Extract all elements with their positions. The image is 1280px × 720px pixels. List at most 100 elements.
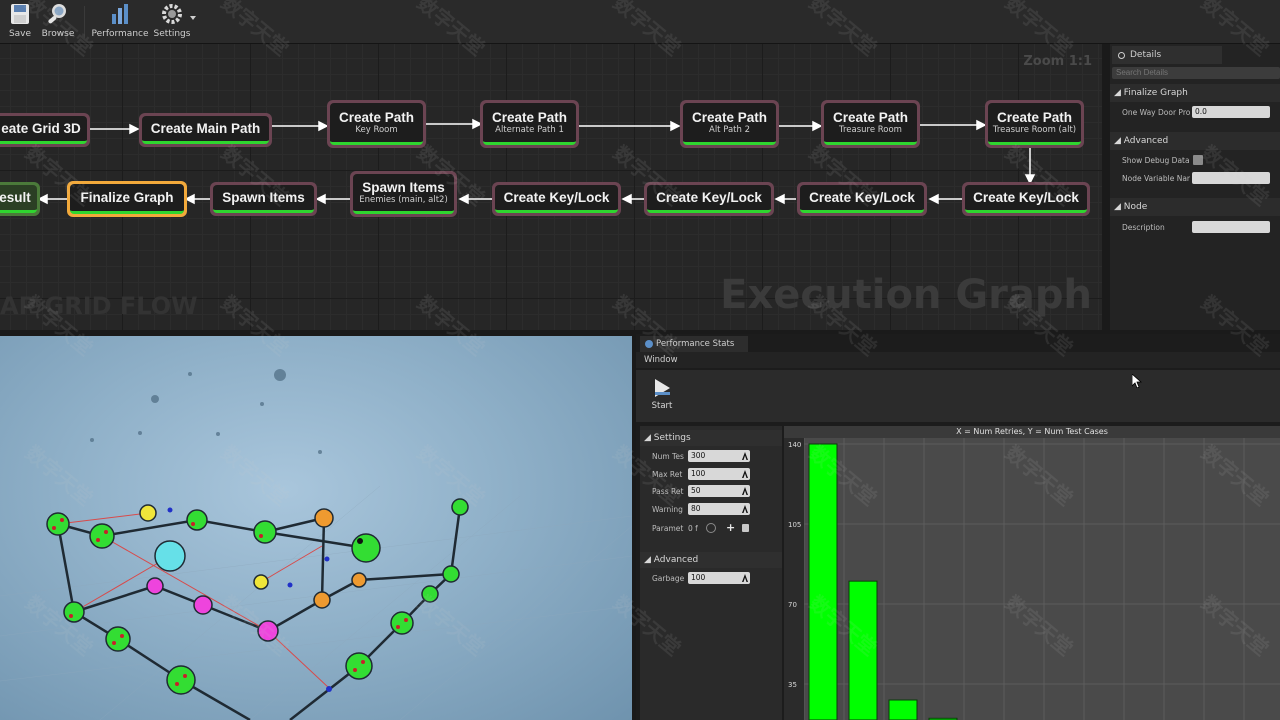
toolbar-separator: [84, 6, 85, 38]
setting-warning: Warning 80: [640, 502, 782, 518]
setting-pass-retries: Pass Ret 50: [640, 484, 782, 500]
node-variable-name-input[interactable]: [1192, 172, 1270, 184]
y-tick-label: 35: [788, 681, 797, 689]
save-button[interactable]: Save: [6, 0, 34, 44]
zoom-label: Zoom 1:1: [1023, 54, 1092, 69]
show-debug-data-checkbox[interactable]: [1193, 155, 1203, 165]
node-result[interactable]: esult: [0, 182, 40, 216]
details-tab[interactable]: Details: [1112, 46, 1222, 64]
input-value: 100: [691, 573, 706, 582]
input-value: 80: [691, 504, 701, 513]
collapse-arrow-icon: ◢: [1114, 136, 1124, 146]
node-title: Finalize Graph: [80, 190, 174, 205]
pass-retries-input[interactable]: 50: [688, 485, 750, 497]
node-spawn-items-enemies[interactable]: Spawn Items Enemies (main, alt2): [350, 171, 457, 217]
performance-button[interactable]: Performance: [91, 0, 149, 44]
reset-icon[interactable]: [706, 523, 716, 533]
max-retries-input[interactable]: 100: [688, 468, 750, 480]
setting-max-retries: Max Ret 100: [640, 467, 782, 483]
node-create-key-lock-3[interactable]: Create Key/Lock: [644, 182, 774, 216]
viewport-3d[interactable]: [0, 336, 632, 720]
setting-num-tests: Num Tes 300: [640, 449, 782, 465]
node-create-path-treasure-room-alt[interactable]: Create Path Treasure Room (alt): [985, 100, 1084, 148]
row-key: One Way Door Prob: [1122, 108, 1190, 117]
collapse-arrow-icon: ◢: [644, 555, 654, 565]
row-key: Warning: [652, 505, 683, 514]
setting-parameters: Paramet 0 f +: [640, 521, 782, 537]
performance-stats-icon: [645, 340, 653, 348]
node-title: Create Main Path: [150, 121, 261, 136]
retries-chart: X = Num Retries, Y = Num Test Cases 140 1…: [784, 426, 1280, 720]
section-title: Advanced: [1123, 136, 1169, 146]
main-toolbar: Save Browse Performance Settings: [0, 0, 1280, 44]
graph-type-label: AP GRID FLOW: [0, 292, 198, 320]
node-create-key-lock-4[interactable]: Create Key/Lock: [492, 182, 621, 216]
advanced-section[interactable]: ◢ Advanced: [640, 552, 782, 568]
chevron-down-icon[interactable]: [190, 16, 196, 20]
row-key: Garbage: [652, 574, 685, 583]
section-title: Finalize Graph: [1123, 88, 1188, 98]
y-tick-label: 105: [788, 521, 801, 529]
node-create-path-key-room[interactable]: Create Path Key Room: [327, 100, 426, 148]
graph-canvas[interactable]: eate Grid 3D Create Main Path Create Pat…: [0, 44, 1106, 330]
y-axis-area: [784, 438, 804, 720]
y-tick-label: 140: [788, 441, 801, 449]
details-section-node[interactable]: ◢ Node: [1110, 198, 1280, 216]
details-row-node-variable-name: Node Variable Nam: [1110, 171, 1280, 187]
description-input[interactable]: [1192, 221, 1270, 233]
spinner-icon[interactable]: [742, 452, 748, 460]
node-create-path-treasure-room[interactable]: Create Path Treasure Room: [821, 100, 920, 148]
node-title: Spawn Items: [362, 179, 445, 195]
node-create-main-path[interactable]: Create Main Path: [139, 113, 272, 147]
row-key: Show Debug Data: [1122, 156, 1190, 165]
row-key: Num Tes: [652, 452, 684, 461]
row-key: Pass Ret: [652, 487, 684, 496]
node-title: esult: [0, 190, 31, 205]
node-spawn-items[interactable]: Spawn Items: [210, 182, 317, 216]
delete-icon[interactable]: [742, 524, 749, 532]
start-button[interactable]: Start: [648, 378, 676, 418]
setting-garbage: Garbage 100: [640, 571, 782, 587]
node-finalize-graph[interactable]: Finalize Graph: [67, 181, 187, 217]
node-create-grid-3d[interactable]: eate Grid 3D: [0, 113, 90, 147]
input-value: 300: [691, 451, 706, 460]
node-create-path-alternate-1[interactable]: Create Path Alternate Path 1: [480, 100, 579, 148]
details-panel: Details ◢ Finalize Graph One Way Door Pr…: [1110, 44, 1280, 330]
one-way-door-input[interactable]: 0.0: [1192, 106, 1270, 118]
num-tests-input[interactable]: 300: [688, 450, 750, 462]
settings-section[interactable]: ◢ Settings: [640, 430, 782, 446]
settings-button[interactable]: Settings: [154, 0, 190, 44]
node-title: eate Grid 3D: [1, 121, 81, 136]
node-create-key-lock-2[interactable]: Create Key/Lock: [797, 182, 927, 216]
browse-button[interactable]: Browse: [40, 0, 76, 44]
spinner-icon[interactable]: [742, 487, 748, 495]
y-tick-label: 70: [788, 601, 797, 609]
node-create-path-alt-2[interactable]: Create Path Alt Path 2: [680, 100, 779, 148]
settings-panel: ◢ Settings Num Tes 300 Max Ret 100 Pass Re…: [640, 426, 782, 720]
chart-title: X = Num Retries, Y = Num Test Cases: [784, 426, 1280, 438]
details-search-input[interactable]: [1112, 67, 1280, 79]
details-section-finalize-graph[interactable]: ◢ Finalize Graph: [1110, 84, 1280, 102]
details-section-advanced[interactable]: ◢ Advanced: [1110, 132, 1280, 150]
add-icon[interactable]: +: [726, 521, 735, 534]
node-title: Create Key/Lock: [656, 190, 762, 205]
node-title: Create Key/Lock: [973, 190, 1079, 205]
warning-input[interactable]: 80: [688, 503, 750, 515]
window-menu[interactable]: Window: [636, 352, 1280, 368]
spinner-icon[interactable]: [742, 470, 748, 478]
garbage-input[interactable]: 100: [688, 572, 750, 584]
collapse-arrow-icon: ◢: [644, 433, 654, 443]
node-title: Create Path: [691, 109, 768, 125]
performance-label: Performance: [91, 29, 149, 39]
node-create-key-lock-1[interactable]: Create Key/Lock: [962, 182, 1090, 216]
spinner-icon[interactable]: [742, 505, 748, 513]
menu-label: Window: [644, 355, 678, 365]
chart-bar: [848, 580, 878, 720]
chart-plot: 140 105 70 35: [784, 438, 1280, 720]
performance-stats-tab[interactable]: Performance Stats: [640, 336, 748, 352]
node-subtitle: Treasure Room (alt): [992, 124, 1077, 135]
section-title: Node: [1123, 202, 1148, 212]
section-title: Advanced: [653, 555, 699, 565]
details-row-one-way-door: One Way Door Prob 0.0: [1110, 105, 1280, 121]
spinner-icon[interactable]: [742, 574, 748, 582]
